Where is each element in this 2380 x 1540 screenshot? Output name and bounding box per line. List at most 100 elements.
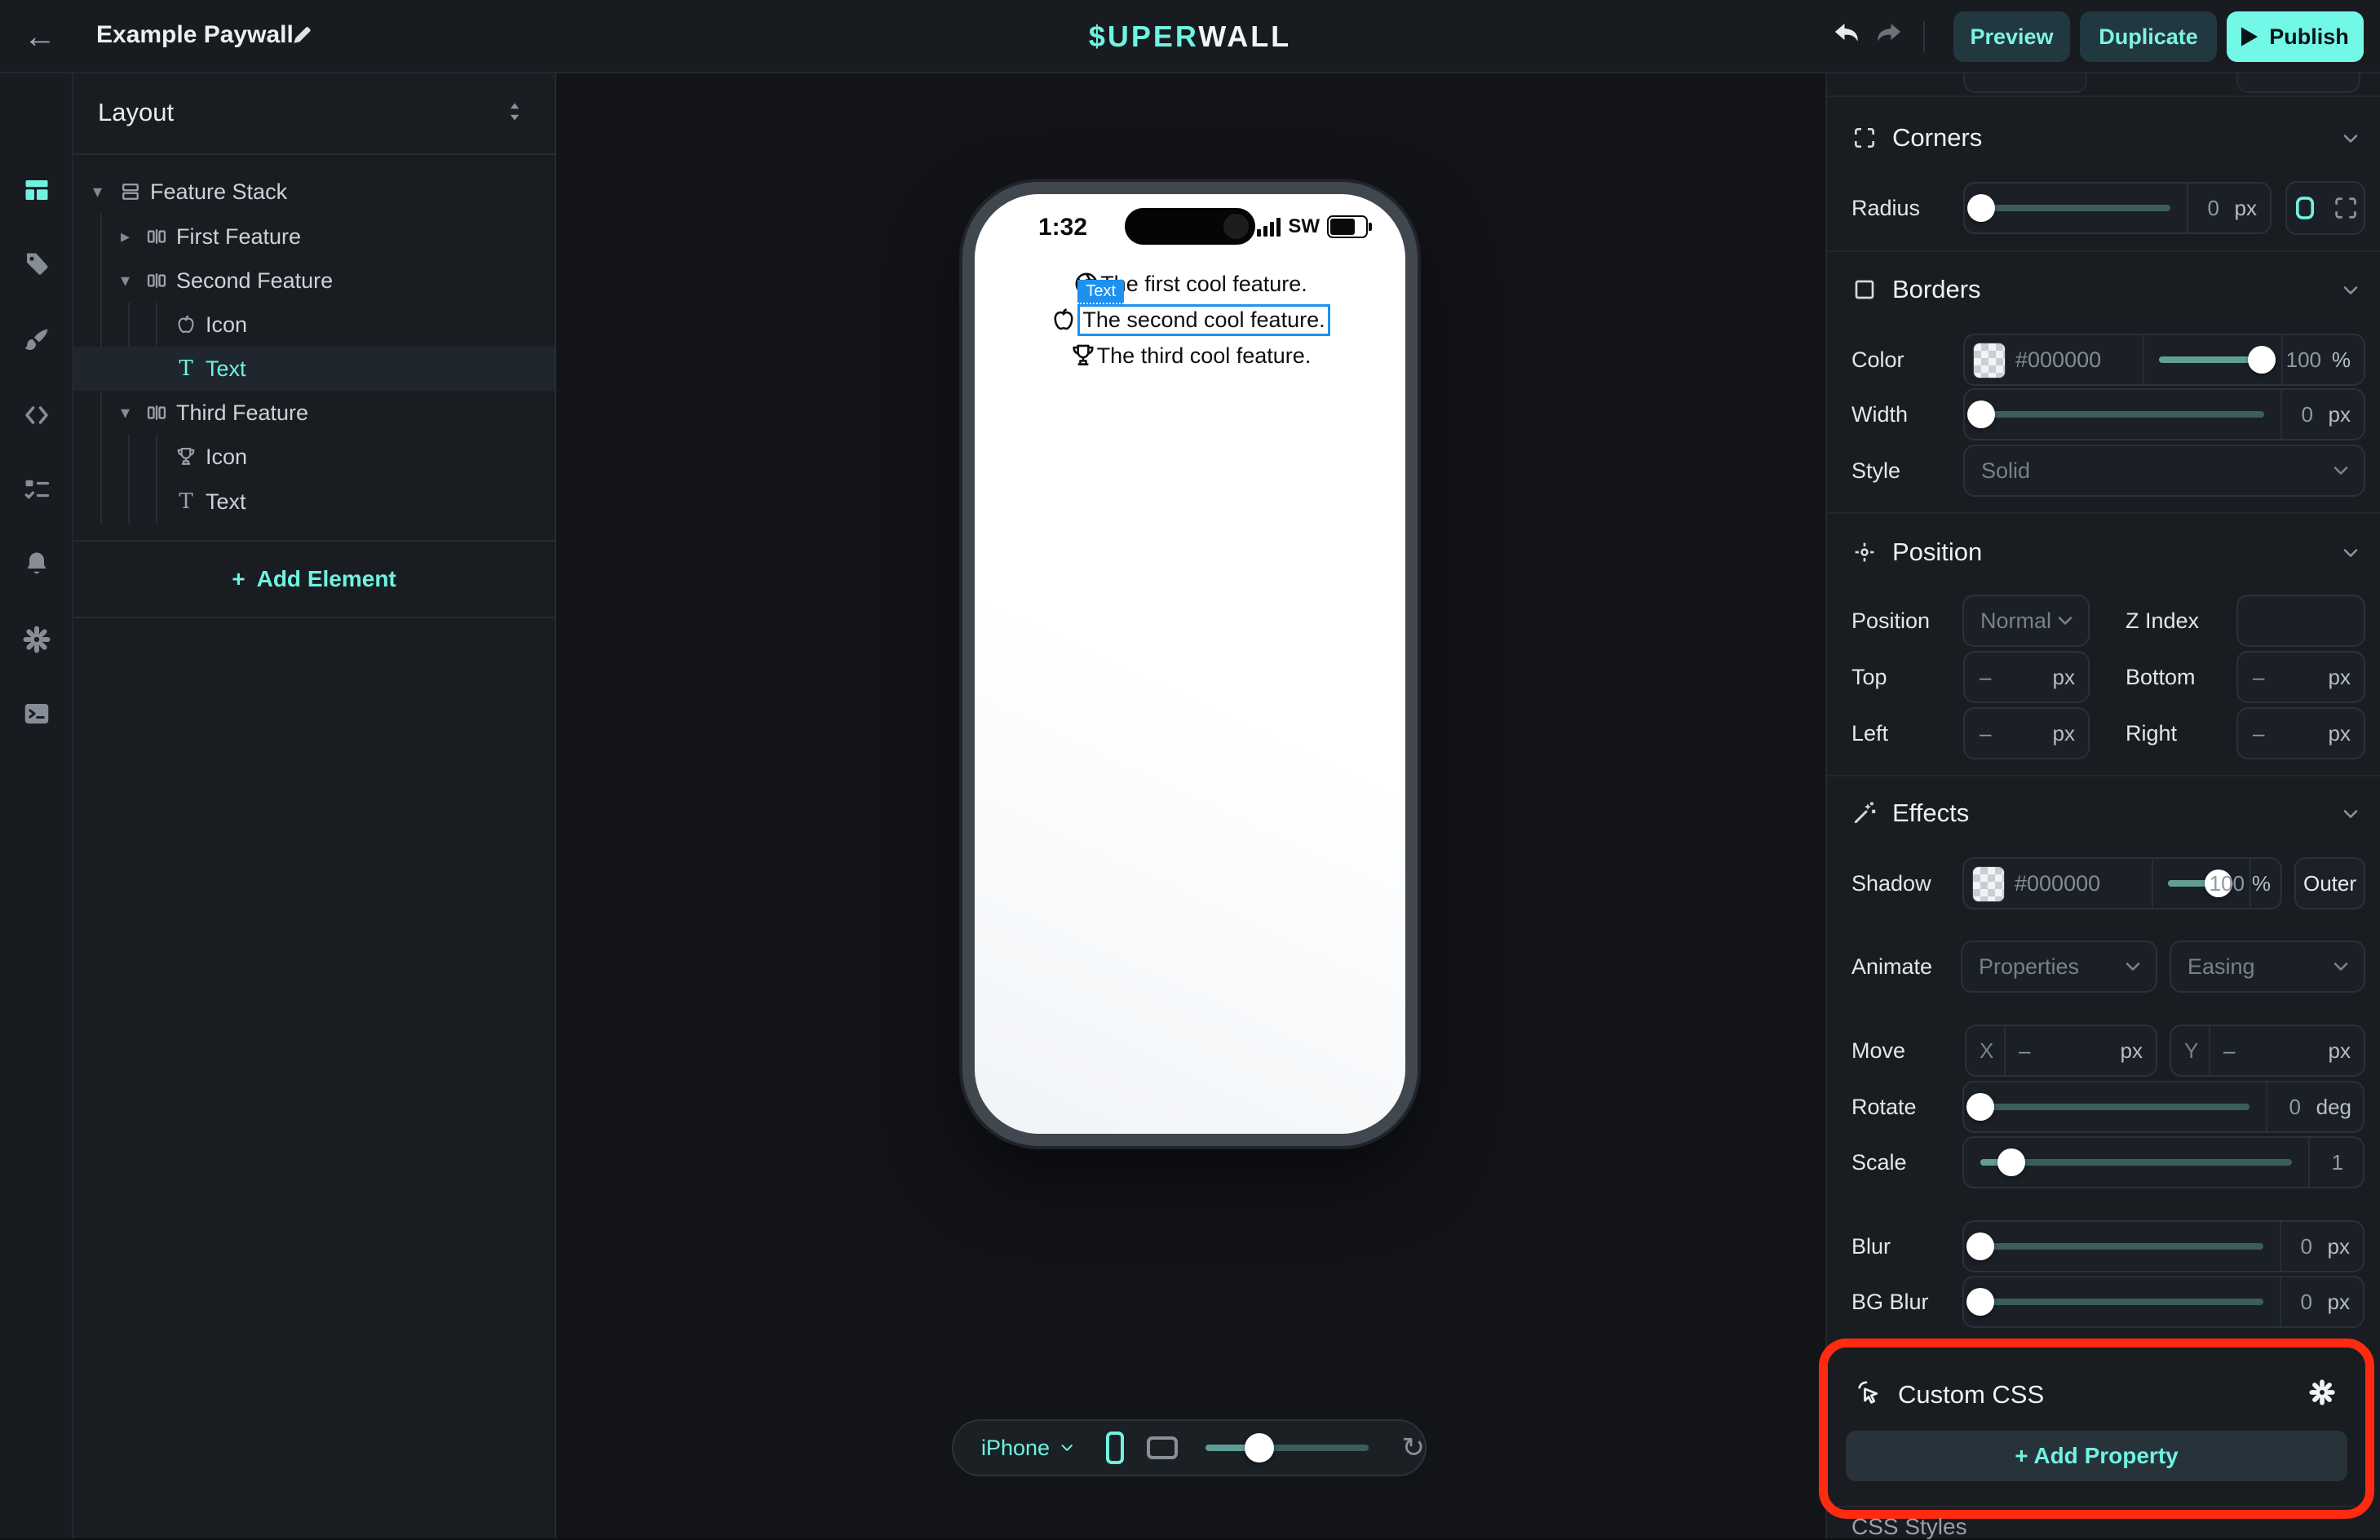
chevron-down-icon[interactable]	[2339, 279, 2362, 302]
duplicate-button[interactable]: Duplicate	[2080, 11, 2217, 62]
shadow-opacity-value[interactable]: 100	[2210, 859, 2245, 908]
bg-blur-slider[interactable]	[1964, 1277, 2280, 1326]
feature-row[interactable]: The first cool feature.	[975, 266, 1405, 302]
shadow-color-hex[interactable]: #000000	[2015, 859, 2100, 908]
chevron-down-icon[interactable]	[2339, 542, 2362, 564]
bg-blur-slider-thumb[interactable]	[1966, 1288, 1994, 1316]
terminal-icon[interactable]	[22, 699, 51, 728]
columns-icon	[145, 269, 168, 292]
right-label: Right	[2126, 707, 2177, 759]
sort-icon[interactable]	[502, 100, 527, 124]
preview-button[interactable]: Preview	[1953, 11, 2070, 62]
border-width-slider[interactable]	[1965, 390, 2280, 439]
canvas-zoom-slider[interactable]	[1205, 1432, 1369, 1464]
shadow-mode-button[interactable]: Outer	[2294, 857, 2365, 909]
expand-down-icon[interactable]: ▾	[121, 259, 130, 303]
border-opacity-value[interactable]: 100	[2286, 335, 2321, 384]
position-mode-dropdown[interactable]: Normal	[1962, 595, 2090, 647]
border-style-dropdown[interactable]: Solid	[1963, 445, 2365, 497]
shadow-color-swatch[interactable]	[1972, 866, 2005, 902]
per-corner-radius-icon[interactable]	[2332, 194, 2360, 222]
border-width-value[interactable]: 0	[2302, 390, 2313, 439]
scrolled-cutoff-fields	[1827, 73, 2380, 95]
paintbrush-icon[interactable]	[22, 325, 51, 355]
section-effects[interactable]: Effects	[1827, 790, 2380, 837]
tree-item-icon[interactable]: Icon	[73, 303, 555, 347]
device-select[interactable]: iPhone	[981, 1436, 1050, 1461]
section-position[interactable]: Position	[1827, 529, 2380, 576]
add-property-button[interactable]: + Add Property	[1846, 1431, 2347, 1481]
blur-slider[interactable]	[1964, 1222, 2280, 1271]
scale-slider[interactable]	[1964, 1138, 2308, 1187]
undo-icon[interactable]	[1830, 20, 1863, 52]
tree-item-feature-stack[interactable]: ▾ Feature Stack	[73, 170, 555, 214]
layout-icon[interactable]	[22, 175, 51, 205]
rotate-value[interactable]: 0	[2289, 1082, 2301, 1131]
refresh-icon[interactable]: ↻	[1401, 1433, 1425, 1463]
scale-value[interactable]: 1	[2332, 1138, 2343, 1187]
blur-slider-thumb[interactable]	[1966, 1232, 1994, 1260]
cursor-click-icon	[1854, 1378, 1883, 1408]
right-input[interactable]: – px	[2236, 707, 2365, 759]
bg-blur-value[interactable]: 0	[2301, 1277, 2312, 1326]
phone-screen[interactable]: 1:32 SW The first cool feature. Text The…	[975, 194, 1405, 1134]
chevron-down-icon[interactable]	[2339, 127, 2362, 150]
uniform-radius-icon[interactable]	[2291, 194, 2319, 222]
selected-text-element[interactable]: Text The second cool feature.	[1077, 304, 1329, 336]
landscape-orientation-button[interactable]	[1147, 1436, 1178, 1459]
section-borders[interactable]: Borders	[1827, 266, 2380, 313]
move-label: Move	[1851, 1024, 1905, 1077]
radius-slider[interactable]	[1965, 184, 2187, 232]
chevron-down-icon[interactable]	[1058, 1438, 1076, 1458]
feature-row-selected[interactable]: Text The second cool feature.	[975, 302, 1405, 338]
border-color-field: #000000 100 %	[1963, 334, 2365, 386]
border-opacity-slider[interactable]	[2143, 335, 2281, 384]
left-icon-rail	[0, 73, 73, 1538]
section-corners[interactable]: Corners	[1827, 114, 2380, 162]
add-element-button[interactable]: + Add Element	[73, 553, 555, 605]
animate-easing-dropdown[interactable]: Easing	[2170, 940, 2365, 993]
top-input[interactable]: – px	[1963, 651, 2090, 703]
expand-down-icon[interactable]: ▾	[93, 170, 102, 214]
feature-row[interactable]: The third cool feature.	[975, 338, 1405, 374]
blur-value[interactable]: 0	[2301, 1222, 2312, 1271]
px-unit: px	[2329, 390, 2351, 439]
gear-icon[interactable]	[22, 625, 51, 654]
tree-item-first-feature[interactable]: ▸ First Feature	[73, 215, 555, 259]
move-x-input[interactable]: X – px	[1965, 1024, 2157, 1077]
bottom-input[interactable]: – px	[2236, 651, 2365, 703]
publish-button[interactable]: Publish	[2227, 11, 2364, 62]
layout-panel-header: Layout	[73, 73, 555, 155]
rotate-slider-thumb[interactable]	[1966, 1093, 1994, 1121]
device-toolbar: iPhone ↻	[952, 1419, 1427, 1476]
expand-right-icon[interactable]: ▸	[121, 215, 130, 259]
tree-item-text-selected[interactable]: T Text	[73, 347, 555, 391]
radius-value[interactable]: 0	[2208, 184, 2219, 232]
redo-icon[interactable]	[1873, 20, 1905, 52]
animate-properties-dropdown[interactable]: Properties	[1961, 940, 2157, 993]
checklist-icon[interactable]	[22, 475, 51, 504]
chevron-down-icon[interactable]	[2339, 803, 2362, 825]
zoom-slider-thumb[interactable]	[1245, 1433, 1274, 1463]
move-y-input[interactable]: Y – px	[2170, 1024, 2365, 1077]
border-width-thumb[interactable]	[1967, 400, 1995, 428]
color-swatch[interactable]	[1973, 343, 2006, 378]
tree-item-icon[interactable]: Icon	[73, 435, 555, 479]
expand-down-icon[interactable]: ▾	[121, 391, 130, 435]
custom-css-gear-icon[interactable]	[2308, 1378, 2336, 1406]
left-input[interactable]: – px	[1963, 707, 2090, 759]
tree-item-second-feature[interactable]: ▾ Second Feature	[73, 259, 555, 303]
tag-icon[interactable]	[22, 250, 51, 279]
code-icon[interactable]	[22, 400, 51, 430]
tree-item-third-feature[interactable]: ▾ Third Feature	[73, 391, 555, 435]
border-color-hex[interactable]: #000000	[2015, 335, 2101, 384]
bell-icon[interactable]	[22, 549, 51, 578]
scale-slider-thumb[interactable]	[1997, 1148, 2025, 1176]
radius-slider-thumb[interactable]	[1967, 194, 1995, 222]
rotate-slider[interactable]	[1964, 1082, 2266, 1131]
blur-label: Blur	[1851, 1220, 1891, 1272]
tree-item-text[interactable]: T Text	[73, 480, 555, 524]
portrait-orientation-button[interactable]	[1106, 1432, 1125, 1464]
border-opacity-thumb[interactable]	[2248, 346, 2276, 374]
z-index-input[interactable]	[2236, 595, 2365, 647]
